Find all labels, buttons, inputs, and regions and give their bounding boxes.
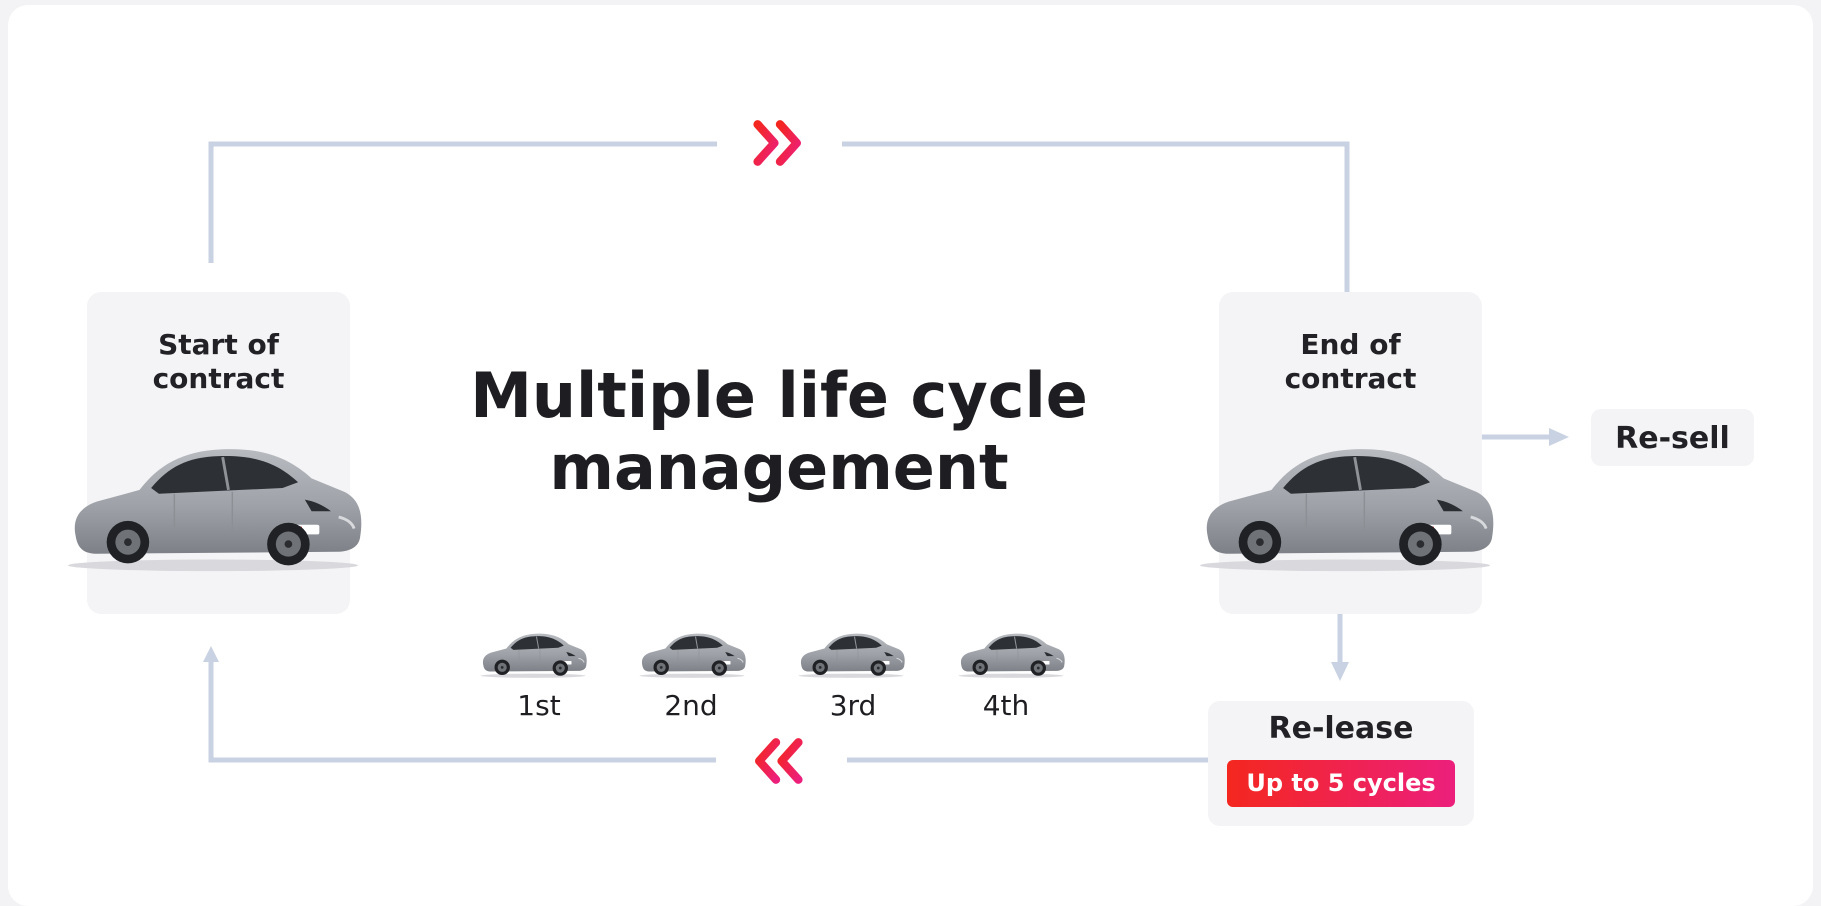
cycle-2-car-icon [636, 625, 748, 681]
cycle-label-3rd: 3rd [829, 689, 877, 722]
top-connector-right [842, 141, 1350, 292]
cycle-label-2nd: 2nd [664, 689, 718, 722]
start-title-line1: Start of [158, 328, 279, 361]
start-title-line2: contract [152, 362, 285, 395]
end-title-line1: End of [1300, 328, 1401, 361]
arrow-resell-head [1549, 428, 1569, 446]
cycle-3-car-icon [795, 625, 907, 681]
end-of-contract-title: End of contract [1219, 328, 1482, 396]
car-icon [1190, 430, 1500, 575]
release-box: Re-lease Up to 5 cycles [1208, 701, 1474, 826]
backward-double-chevron-icon [748, 738, 804, 784]
cycle-label-1st: 1st [517, 689, 561, 722]
end-title-line2: contract [1284, 362, 1417, 395]
title-line1: Multiple life cycle [470, 359, 1088, 432]
cycle-label-4th: 4th [982, 689, 1030, 722]
arrow-release-head [1331, 662, 1349, 681]
cycle-4-car-icon [955, 625, 1067, 681]
cycle-1-car-icon [477, 625, 589, 681]
cycles-badge: Up to 5 cycles [1227, 760, 1455, 807]
arrow-up-head [203, 646, 219, 662]
title-line2: management [549, 431, 1009, 504]
resell-box: Re-sell [1591, 409, 1754, 466]
forward-double-chevron-icon [752, 120, 808, 166]
release-label: Re-lease [1268, 711, 1414, 746]
start-of-contract-title: Start of contract [87, 328, 350, 396]
resell-label: Re-sell [1615, 421, 1730, 456]
cycles-badge-label: Up to 5 cycles [1246, 769, 1436, 797]
top-connector-left [208, 141, 717, 263]
car-icon [58, 430, 368, 575]
page-title: Multiple life cycle management [430, 360, 1128, 504]
